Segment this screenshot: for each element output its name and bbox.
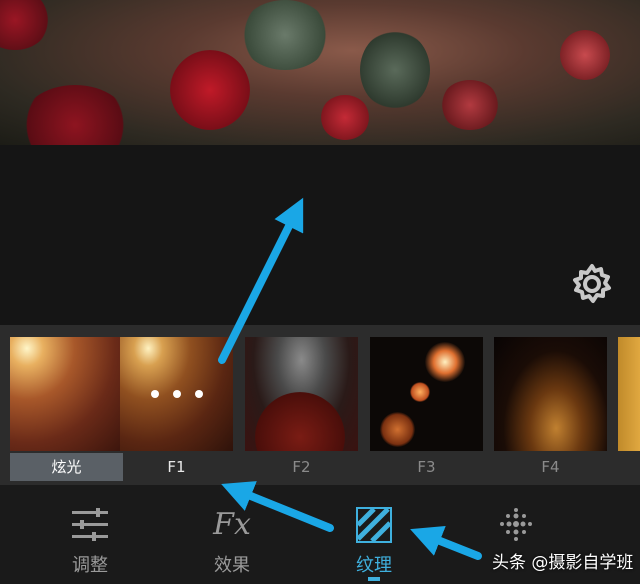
filter-item-category[interactable]: 炫光 xyxy=(10,325,123,485)
filter-item-f4[interactable]: F4 xyxy=(494,325,607,485)
filter-item-f2[interactable]: F2 xyxy=(245,325,358,485)
settings-gear-icon[interactable] xyxy=(570,262,614,306)
filter-label: F4 xyxy=(541,458,560,476)
filter-thumbnail xyxy=(370,337,483,451)
filter-thumbnail xyxy=(10,337,123,451)
sliders-icon xyxy=(70,505,110,545)
tab-label: 效果 xyxy=(214,555,250,576)
tab-effects[interactable]: Fx 效果 xyxy=(172,485,292,584)
filter-strip: 炫光 F1 F2 F3 F4 xyxy=(0,325,640,485)
filter-label: F1 xyxy=(167,458,186,476)
tab-label: 纹理 xyxy=(356,555,392,576)
tab-label: 调整 xyxy=(72,555,108,576)
filter-item-f3[interactable]: F3 xyxy=(370,325,483,485)
fx-icon: Fx xyxy=(213,507,251,542)
filter-item-partial[interactable] xyxy=(618,337,640,451)
preview-area xyxy=(0,145,640,325)
filter-thumbnail xyxy=(245,337,358,451)
filter-label: 炫光 xyxy=(10,453,123,481)
tab-texture[interactable]: 纹理 xyxy=(314,485,434,584)
active-tab-indicator xyxy=(368,577,380,581)
filter-item-f1[interactable]: F1 xyxy=(120,325,233,485)
dot-grid-icon xyxy=(496,505,536,545)
filter-thumbnail xyxy=(494,337,607,451)
filter-label: F2 xyxy=(292,458,311,476)
texture-stripes-icon xyxy=(354,505,394,545)
photo-preview xyxy=(0,0,640,145)
more-options-icon[interactable] xyxy=(120,337,233,451)
watermark: 头条 @摄影自学班 xyxy=(492,553,634,573)
filter-thumbnail xyxy=(120,337,233,451)
tab-adjust[interactable]: 调整 xyxy=(30,485,150,584)
filter-label: F3 xyxy=(417,458,436,476)
